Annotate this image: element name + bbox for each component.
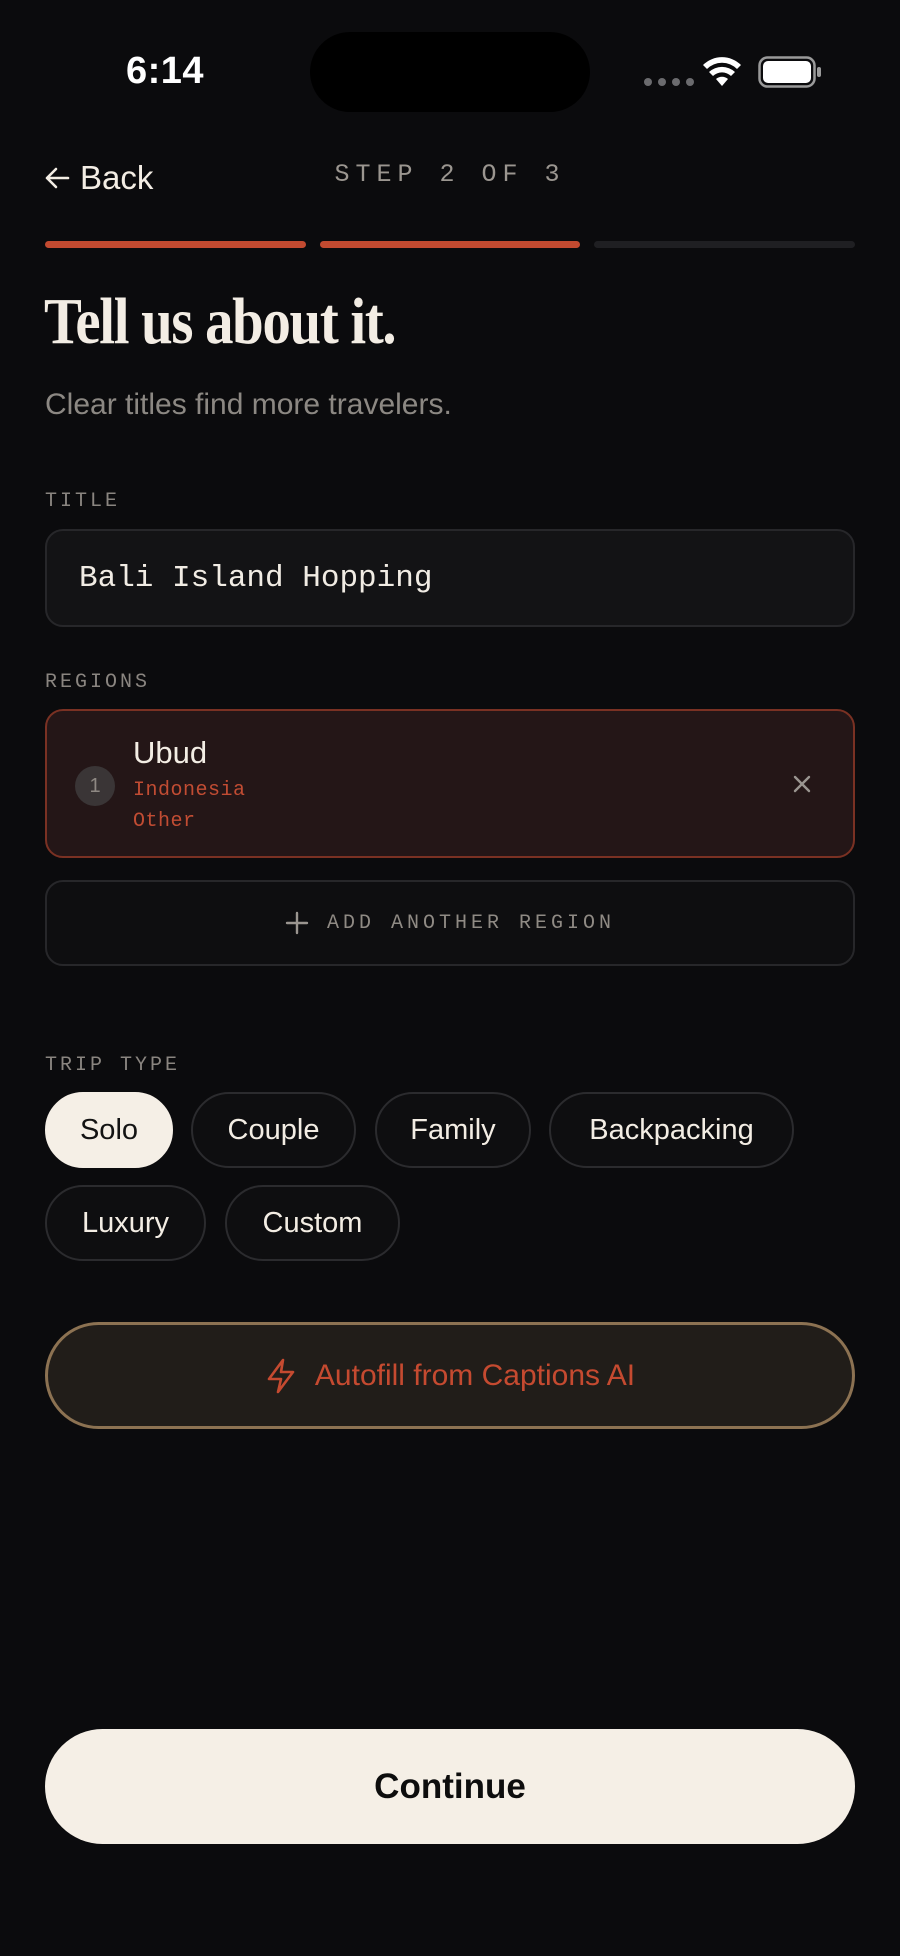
region-area: Other bbox=[133, 810, 196, 833]
trip-type-chip-couple[interactable]: Couple bbox=[191, 1092, 356, 1168]
progress-segment bbox=[594, 241, 856, 248]
region-number-badge: 1 bbox=[75, 766, 115, 806]
wifi-icon bbox=[703, 57, 741, 86]
trip-type-chip-custom[interactable]: Custom bbox=[225, 1185, 400, 1261]
regions-label: REGIONS bbox=[45, 671, 151, 694]
trip-type-label: TRIP TYPE bbox=[45, 1054, 181, 1077]
trip-type-chip-backpacking[interactable]: Backpacking bbox=[549, 1092, 794, 1168]
autofill-label: Autofill from Captions AI bbox=[314, 1358, 636, 1392]
autofill-button[interactable]: Autofill from Captions AI bbox=[45, 1322, 855, 1429]
page-subtitle: Clear titles find more travelers. bbox=[45, 388, 452, 421]
title-label: TITLE bbox=[45, 490, 121, 513]
region-name: Ubud bbox=[133, 735, 208, 770]
remove-region-button[interactable] bbox=[787, 769, 817, 799]
title-input[interactable] bbox=[45, 529, 855, 627]
add-region-label: ADD ANOTHER REGION bbox=[326, 911, 616, 935]
trip-type-chip-luxury[interactable]: Luxury bbox=[45, 1185, 206, 1261]
status-bar: 6:14 bbox=[0, 0, 900, 150]
region-country: Indonesia bbox=[133, 779, 246, 802]
region-card[interactable]: 1 Ubud Indonesia Other bbox=[45, 709, 855, 858]
step-indicator: STEP 2 OF 3 bbox=[334, 160, 566, 189]
status-time: 6:14 bbox=[126, 50, 205, 92]
page-title: Tell us about it. bbox=[44, 285, 397, 358]
dynamic-island bbox=[310, 32, 590, 112]
battery-icon bbox=[758, 56, 821, 88]
plus-icon bbox=[285, 911, 309, 935]
close-icon bbox=[793, 775, 811, 793]
add-region-button[interactable]: ADD ANOTHER REGION bbox=[45, 880, 855, 966]
progress-bar bbox=[45, 241, 856, 248]
lightning-icon bbox=[267, 1358, 295, 1393]
trip-type-chip-family[interactable]: Family bbox=[375, 1092, 531, 1168]
progress-segment bbox=[319, 241, 581, 248]
trip-type-chip-solo[interactable]: Solo bbox=[45, 1092, 173, 1168]
cellular-signal-icon bbox=[644, 78, 694, 86]
progress-segment bbox=[45, 241, 306, 248]
continue-label: Continue bbox=[374, 1766, 526, 1806]
continue-button[interactable]: Continue bbox=[45, 1729, 855, 1844]
